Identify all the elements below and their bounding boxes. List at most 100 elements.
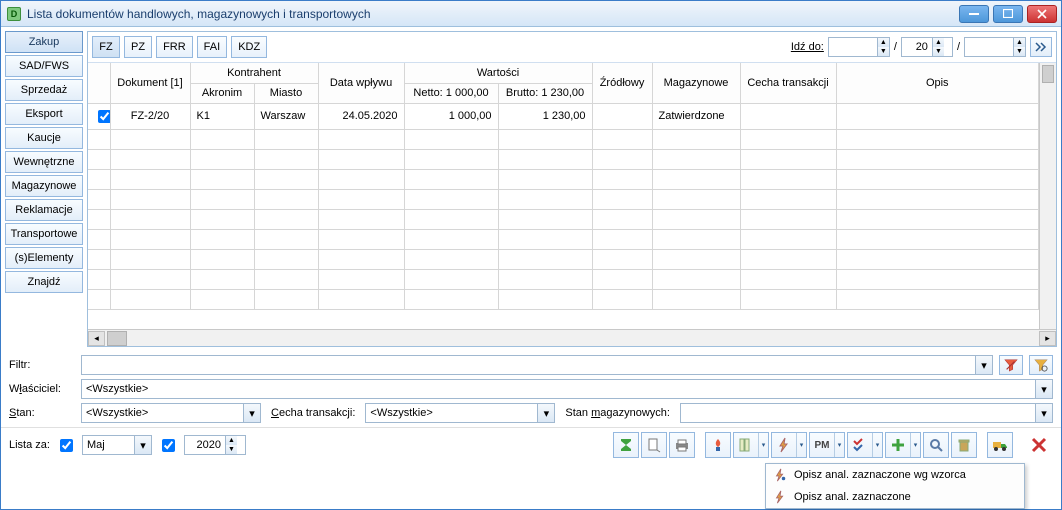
magnifier-icon [928,437,944,453]
chevron-down-icon[interactable]: ▾ [758,433,768,457]
double-chevron-right-icon [1035,42,1047,52]
row-checkbox[interactable] [98,110,110,123]
chevron-down-icon[interactable]: ▾ [975,356,992,374]
tab-kdz[interactable]: KDZ [231,36,267,58]
combo-filtr[interactable]: ▾ [81,355,993,375]
combo-wlasciciel[interactable]: <Wszystkie>▾ [81,379,1053,399]
sidebar-item-eksport[interactable]: Eksport [5,103,83,125]
sidebar-item-transportowe[interactable]: Transportowe [5,223,83,245]
corrections-button[interactable]: ▾ [733,432,769,458]
maximize-button[interactable] [993,5,1023,23]
transport-button[interactable] [987,432,1013,458]
spin-down-icon[interactable]: ▼ [225,445,237,454]
checkmark-button[interactable]: ▾ [847,432,883,458]
lightning-icon [776,437,792,453]
col-akronim[interactable]: Akronim [190,83,254,103]
chevron-down-icon[interactable]: ▾ [1035,380,1052,398]
spin-up-icon[interactable]: ▲ [877,38,889,47]
scroll-right-icon[interactable]: ▸ [1039,331,1056,346]
tab-pz[interactable]: PZ [124,36,152,58]
add-button[interactable]: ▾ [885,432,921,458]
menu-opisz-wg-wzorca[interactable]: Opisz anal. zaznaczone wg wzorca [766,464,1024,486]
scroll-left-icon[interactable]: ◂ [88,331,105,346]
spin-up-icon[interactable]: ▲ [1013,38,1025,47]
spin-down-icon[interactable]: ▼ [1013,47,1025,56]
sidebar-item-sprzeda-[interactable]: Sprzedaż [5,79,83,101]
vertical-scrollbar[interactable] [1039,63,1056,329]
sidebar-item--s-elementy[interactable]: (s)Elementy [5,247,83,269]
goto-input-2[interactable] [902,38,932,56]
tab-frr[interactable]: FRR [156,36,193,58]
combo-stan-mag[interactable]: ▾ [680,403,1053,423]
view-button[interactable] [923,432,949,458]
tab-fz[interactable]: FZ [92,36,120,58]
document-grid[interactable]: Dokument [1] Kontrahent Data wpływu Wart… [88,63,1039,329]
chevron-down-icon[interactable]: ▾ [1035,404,1052,422]
menu-opisz-zaznaczone[interactable]: Opisz anal. zaznaczone [766,486,1024,508]
goto-input-1[interactable] [829,38,877,56]
goto-spin-3[interactable]: ▲▼ [964,37,1026,57]
sidebar-item-magazynowe[interactable]: Magazynowe [5,175,83,197]
sidebar-item-zakup[interactable]: Zakup [5,31,83,53]
col-cecha[interactable]: Cecha transakcji [740,63,836,103]
minimize-button[interactable] [959,5,989,23]
spin-down-icon[interactable]: ▼ [932,47,944,56]
chevron-down-icon[interactable]: ▾ [834,433,844,457]
col-brutto[interactable]: Brutto: 1 230,00 [498,83,592,103]
torch-button[interactable] [705,432,731,458]
col-kontrahent[interactable]: Kontrahent [190,63,318,83]
delete-button[interactable] [951,432,977,458]
export-button[interactable] [641,432,667,458]
check-year[interactable] [162,439,175,452]
col-magazynowe[interactable]: Magazynowe [652,63,740,103]
chevron-down-icon[interactable]: ▾ [796,433,806,457]
sidebar-item-reklamacje[interactable]: Reklamacje [5,199,83,221]
col-netto[interactable]: Netto: 1 000,00 [404,83,498,103]
close-icon [1031,437,1047,453]
col-opis[interactable]: Opis [836,63,1038,103]
goto-input-3[interactable] [965,38,1013,56]
chevron-down-icon[interactable]: ▾ [243,404,260,422]
filter-apply-button[interactable] [999,355,1023,375]
combo-stan[interactable]: <Wszystkie>▾ [81,403,261,423]
filter-builder-button[interactable] [1029,355,1053,375]
col-zrodlowy[interactable]: Źródłowy [592,63,652,103]
sidebar-item-wewn-trzne[interactable]: Wewnętrzne [5,151,83,173]
sum-button[interactable] [613,432,639,458]
chevron-down-icon[interactable]: ▾ [537,404,554,422]
table-row-empty [88,169,1039,189]
pm-icon: PM [815,440,830,451]
close-button[interactable] [1027,5,1057,23]
spin-year[interactable]: ▲▼ [184,435,246,455]
sidebar-item-sad-fws[interactable]: SAD/FWS [5,55,83,77]
opis-anal-button[interactable]: ▾ [771,432,807,458]
print-button[interactable] [669,432,695,458]
col-dokument[interactable]: Dokument [1] [110,63,190,103]
horizontal-scrollbar[interactable]: ◂ ▸ [88,329,1056,346]
col-wartosci[interactable]: Wartości [404,63,592,83]
chevron-down-icon[interactable]: ▾ [872,433,882,457]
label-stan: Stan: [9,407,75,419]
sidebar-item-znajd-[interactable]: Znajdź [5,271,83,293]
sidebar-item-kaucje[interactable]: Kaucje [5,127,83,149]
pm-button[interactable]: PM ▾ [809,432,845,458]
col-miasto[interactable]: Miasto [254,83,318,103]
chevron-down-icon[interactable]: ▾ [910,433,920,457]
spin-down-icon[interactable]: ▼ [877,47,889,56]
goto-jump-button[interactable] [1030,37,1052,57]
label-filtr: Filtr: [9,359,75,371]
close-list-button[interactable] [1025,432,1053,458]
input-year[interactable] [185,436,225,454]
check-month[interactable] [60,439,73,452]
chevron-down-icon[interactable]: ▾ [134,436,151,454]
combo-month[interactable]: Maj▾ [82,435,152,455]
goto-spin-2[interactable]: ▲▼ [901,37,953,57]
table-row-empty [88,209,1039,229]
combo-cecha[interactable]: <Wszystkie>▾ [365,403,555,423]
spin-up-icon[interactable]: ▲ [225,436,237,445]
table-row[interactable]: FZ-2/20K1Warszaw24.05.20201 000,001 230,… [88,103,1039,129]
spin-up-icon[interactable]: ▲ [932,38,944,47]
goto-spin-1[interactable]: ▲▼ [828,37,890,57]
col-wplyw[interactable]: Data wpływu [318,63,404,103]
tab-fai[interactable]: FAI [197,36,228,58]
